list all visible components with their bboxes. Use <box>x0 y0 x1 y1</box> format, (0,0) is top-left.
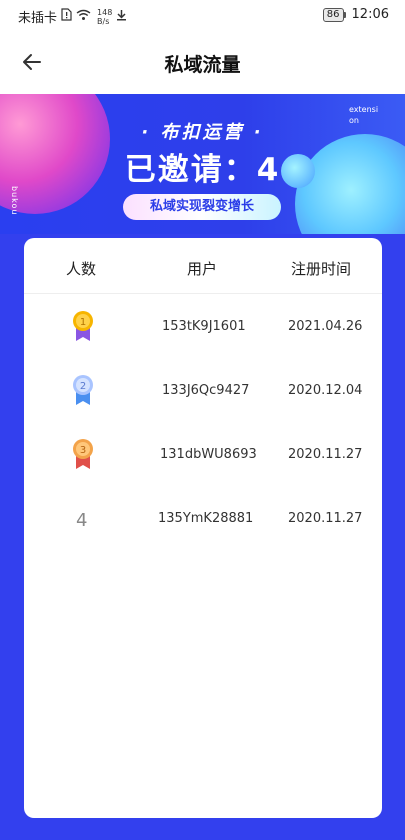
network-speed: 148 B/s <box>97 8 112 26</box>
status-left: 未插卡 148 B/s <box>18 7 127 26</box>
rank-number: 4 <box>76 510 88 531</box>
table-header: 人数 用户 注册时间 <box>24 238 382 294</box>
user-id: 131dbWU8693 <box>160 447 257 462</box>
header-user: 用户 <box>187 260 218 278</box>
header-count: 人数 <box>66 260 97 278</box>
svg-text:1: 1 <box>80 317 86 328</box>
banner-side-text: bukou <box>10 186 19 216</box>
speed-value: 148 <box>97 7 113 17</box>
clock: 12:06 <box>351 7 389 22</box>
nav-bar: 私域流量 <box>0 32 405 94</box>
status-right: 86 12:06 <box>322 7 389 22</box>
svg-text:2: 2 <box>80 381 86 392</box>
register-date: 2021.04.26 <box>288 319 363 334</box>
download-icon <box>116 9 127 25</box>
page-title: 私域流量 <box>164 54 241 76</box>
svg-text:3: 3 <box>80 445 86 456</box>
user-id: 153tK9J1601 <box>162 319 246 334</box>
bronze-medal-icon: 3 <box>71 438 95 470</box>
invite-list-card: 人数 用户 注册时间 1 153tK9J1601 2021.04.26 2 13… <box>24 238 382 818</box>
banner-brand: · 布扣运营 · <box>141 122 264 143</box>
user-id: 133J6Qc9427 <box>162 383 250 398</box>
header-date: 注册时间 <box>291 260 352 278</box>
gold-medal-icon: 1 <box>71 310 95 342</box>
silver-medal-icon: 2 <box>71 374 95 406</box>
register-date: 2020.11.27 <box>288 511 363 526</box>
sim-alert-icon <box>61 8 72 25</box>
carrier-label: 未插卡 <box>18 11 58 26</box>
table-row[interactable]: 1 153tK9J1601 2021.04.26 <box>24 296 382 360</box>
user-id: 135YmK28881 <box>158 511 254 526</box>
register-date: 2020.11.27 <box>288 447 363 462</box>
banner-slogan: 私域实现裂变增长 <box>123 194 281 220</box>
register-date: 2020.12.04 <box>288 383 363 398</box>
table-row[interactable]: 2 133J6Qc9427 2020.12.04 <box>24 360 382 424</box>
wifi-icon <box>76 9 91 25</box>
table-row[interactable]: 4 135YmK28881 2020.11.27 <box>24 488 382 552</box>
speed-unit: B/s <box>97 16 110 26</box>
invite-count: 已邀请：4 <box>124 152 281 188</box>
invite-banner: bukou extension · 布扣运营 · 已邀请：4 私域实现裂变增长 <box>0 94 405 234</box>
table-row[interactable]: 3 131dbWU8693 2020.11.27 <box>24 424 382 488</box>
battery-icon: 86 <box>322 7 346 22</box>
status-bar: 未插卡 148 B/s 86 12:06 <box>0 0 405 32</box>
